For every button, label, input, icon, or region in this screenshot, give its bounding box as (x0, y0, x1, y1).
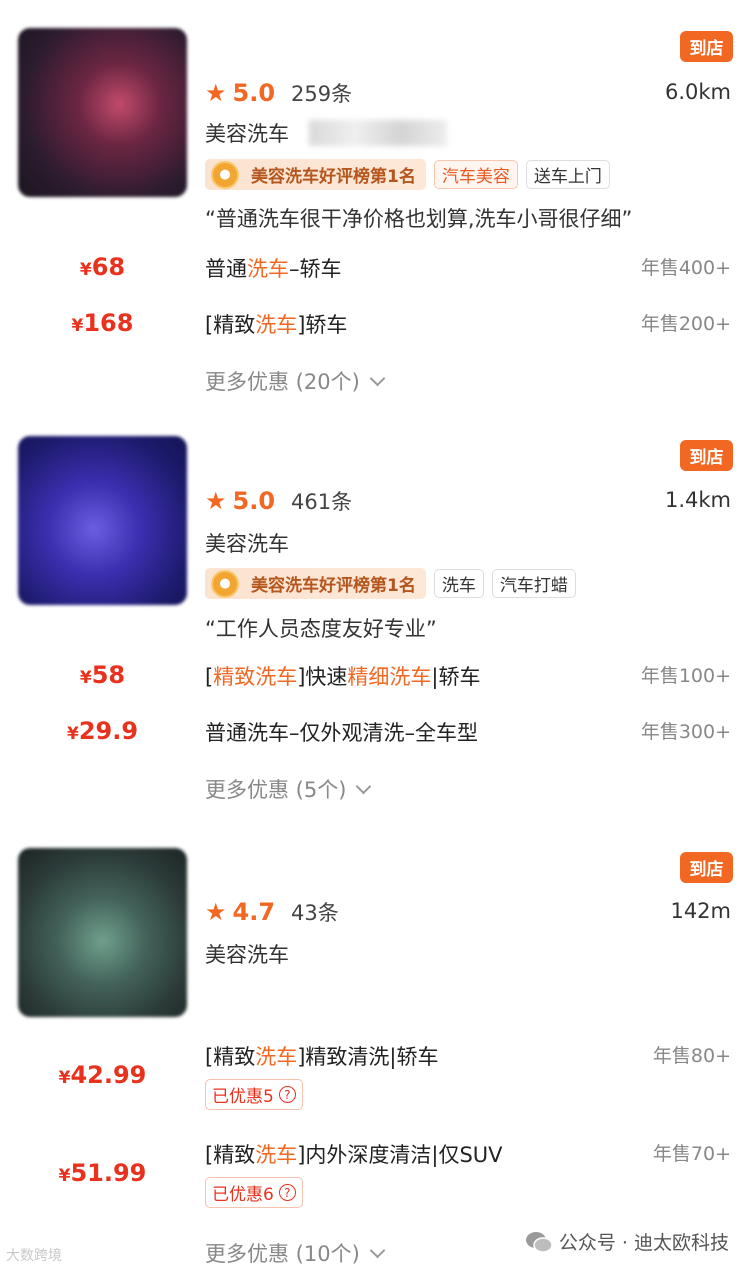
wechat-icon (525, 1231, 553, 1253)
star-icon: ★ (205, 79, 227, 107)
help-icon[interactable]: ? (278, 1184, 296, 1201)
ranking-tag[interactable]: ● 美容洗车好评榜第1名 (205, 568, 426, 599)
annual-sales: 年售300+ (640, 721, 731, 743)
review-count: 259条 (291, 82, 353, 106)
distance: 1.4km (664, 488, 731, 512)
medal-icon: ● (211, 569, 239, 598)
review-quote: “普通洗车很干净价格也划算,洗车小哥很仔细” (205, 207, 633, 231)
annual-sales: 年售200+ (640, 313, 731, 335)
review-count: 461条 (291, 490, 353, 514)
ranking-tag[interactable]: ● 美容洗车好评榜第1名 (205, 159, 426, 190)
distance: 142m (670, 899, 731, 923)
annual-sales: 年售70+ (652, 1143, 731, 1165)
rating-score: 5.0 (232, 487, 276, 515)
deal-title[interactable]: [精致洗车]轿车 (205, 309, 347, 339)
rating-score: 4.7 (232, 898, 276, 926)
shop-thumbnail[interactable] (18, 28, 187, 197)
store-visit-badge: 到店 (680, 852, 733, 883)
discount-badge[interactable]: 已优惠6 ? (205, 1177, 303, 1208)
category-label: 美容洗车 (205, 532, 289, 556)
help-icon[interactable]: ? (278, 1086, 296, 1103)
deal-title[interactable]: [精致洗车]内外深度清洁|仅SUV (205, 1139, 503, 1169)
deal-price: ¥29.9 (66, 717, 139, 745)
deal-price: ¥168 (71, 309, 134, 337)
more-deals-label: 更多优惠 (10个) (205, 1242, 360, 1266)
more-deals-toggle[interactable]: 更多优惠 (5个) (205, 774, 372, 804)
distance: 6.0km (664, 80, 731, 104)
shop-thumbnail[interactable] (18, 848, 187, 1017)
chevron-down-icon (356, 778, 372, 794)
deal-title[interactable]: [精致洗车]精致清洗|轿车 (205, 1041, 438, 1071)
category-label: 美容洗车 (205, 943, 289, 967)
deal-row[interactable]: ¥168 [精致洗车]轿车 年售200+ (0, 309, 751, 339)
deal-row[interactable]: ¥68 普通洗车–轿车 年售400+ (0, 253, 751, 283)
deal-title[interactable]: [精致洗车]快速精细洗车|轿车 (205, 661, 480, 691)
more-deals-toggle[interactable]: 更多优惠 (20个) (205, 366, 386, 396)
discount-label: 已优惠5 (212, 1087, 274, 1107)
rating-row: ★ 5.0 259条 (205, 78, 352, 108)
tag-pickup: 送车上门 (525, 160, 610, 189)
ranking-label: 美容洗车好评榜第1名 (251, 576, 416, 596)
deal-row[interactable]: ¥42.99 [精致洗车]精致清洗|轿车 年售80+ (0, 1041, 751, 1089)
deal-row[interactable]: ¥58 [精致洗车]快速精细洗车|轿车 年售100+ (0, 661, 751, 691)
store-visit-badge: 到店 (680, 440, 733, 471)
star-icon: ★ (205, 898, 227, 926)
deal-price: ¥51.99 (58, 1159, 147, 1187)
tag-auto-beauty: 汽车美容 (433, 160, 518, 189)
star-icon: ★ (205, 487, 227, 515)
more-deals-label: 更多优惠 (20个) (205, 370, 360, 394)
tag-car-wash: 洗车 (433, 569, 484, 598)
shop-thumbnail[interactable] (18, 436, 187, 605)
more-deals-label: 更多优惠 (5个) (205, 778, 347, 802)
ranking-label: 美容洗车好评榜第1名 (251, 167, 416, 187)
tag-list: ● 美容洗车好评榜第1名 汽车美容 送车上门 (205, 159, 610, 190)
rating-row: ★ 5.0 461条 (205, 486, 352, 516)
tag-waxing: 汽车打蜡 (491, 569, 576, 598)
tag-list: ● 美容洗车好评榜第1名 洗车 汽车打蜡 (205, 568, 576, 599)
deal-price: ¥68 (79, 253, 126, 281)
annual-sales: 年售400+ (640, 257, 731, 279)
corner-logo: 大数跨境 (6, 1248, 62, 1264)
rating-row: ★ 4.7 43条 (205, 897, 339, 927)
shop-category: 美容洗车 (205, 528, 289, 558)
wechat-watermark: 公众号 · 迪太欧科技 (525, 1228, 729, 1255)
shop-category: 美容洗车 (205, 939, 289, 969)
discount-badge[interactable]: 已优惠5 ? (205, 1079, 303, 1110)
blurred-shop-name (309, 120, 447, 146)
review-quote: “工作人员态度友好专业” (205, 617, 437, 641)
more-deals-toggle[interactable]: 更多优惠 (10个) (205, 1238, 386, 1268)
category-label: 美容洗车 (205, 122, 289, 146)
discount-label: 已优惠6 (212, 1185, 274, 1205)
shop-category: 美容洗车 (205, 118, 447, 148)
deal-price: ¥42.99 (58, 1061, 147, 1089)
annual-sales: 年售80+ (652, 1045, 731, 1067)
rating-score: 5.0 (232, 79, 276, 107)
watermark-text: 公众号 · 迪太欧科技 (558, 1232, 729, 1254)
chevron-down-icon (369, 1242, 386, 1258)
deal-title[interactable]: 普通洗车–仅外观清洗–全车型 (205, 717, 478, 747)
deal-row[interactable]: ¥29.9 普通洗车–仅外观清洗–全车型 年售300+ (0, 717, 751, 747)
review-count: 43条 (291, 901, 339, 925)
chevron-down-icon (369, 370, 386, 386)
store-visit-badge: 到店 (680, 31, 733, 62)
deal-title[interactable]: 普通洗车–轿车 (205, 253, 342, 283)
deal-row[interactable]: ¥51.99 [精致洗车]内外深度清洁|仅SUV 年售70+ (0, 1139, 751, 1187)
medal-icon: ● (211, 160, 239, 189)
deal-price: ¥58 (79, 661, 126, 689)
annual-sales: 年售100+ (640, 665, 731, 687)
